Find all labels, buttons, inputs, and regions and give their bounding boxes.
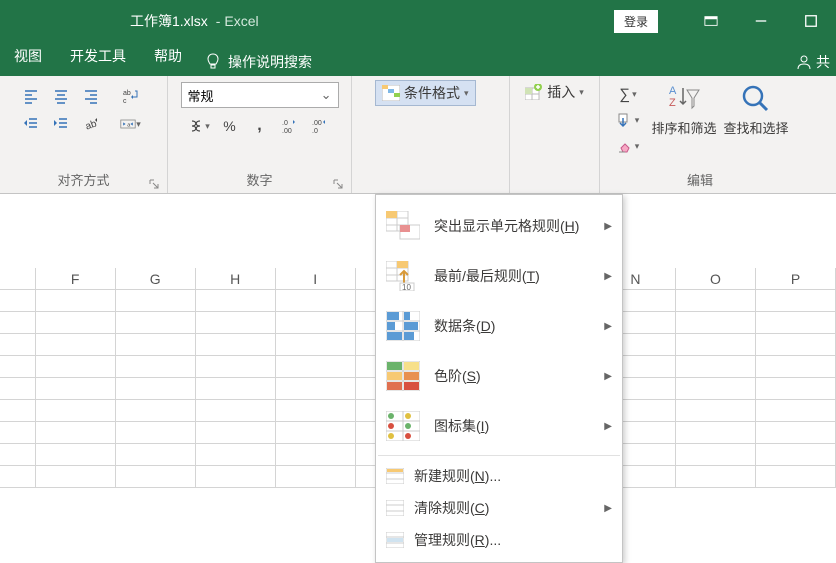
- wrap-text-button[interactable]: abc: [112, 84, 150, 108]
- increase-indent-button[interactable]: [48, 112, 74, 136]
- tab-view[interactable]: 视图: [0, 40, 56, 72]
- chevron-down-icon: ⌄: [321, 87, 332, 103]
- column-header-i[interactable]: I: [276, 268, 356, 289]
- insert-cells-button[interactable]: 插入 ▾: [525, 82, 584, 102]
- column-header-h[interactable]: H: [196, 268, 276, 289]
- chevron-down-icon: ▾: [579, 87, 584, 98]
- submenu-arrow-icon: ▶: [604, 421, 612, 432]
- submenu-arrow-icon: ▶: [604, 371, 612, 382]
- editing-group: ∑▾ ▾ ▾ AZ 排序和筛选 查找和选择 编辑: [600, 76, 800, 193]
- find-select-icon: [739, 82, 773, 116]
- ribbon: ab abc a▾ 对齐方式 常规 ⌄ ▾ % , .0.00 .00.0: [0, 76, 836, 194]
- lightbulb-icon: [206, 53, 220, 71]
- new-rule-icon: [386, 468, 404, 484]
- maximize-button[interactable]: [786, 0, 836, 42]
- menu-icon-sets[interactable]: 图标集(I) ▶: [376, 401, 622, 451]
- share-button[interactable]: 共: [796, 52, 830, 72]
- menu-data-bars[interactable]: 数据条(D) ▶: [376, 301, 622, 351]
- column-header-o[interactable]: O: [676, 268, 756, 289]
- cells-group: 插入 ▾: [510, 76, 600, 193]
- tab-developer[interactable]: 开发工具: [56, 40, 140, 72]
- menu-manage-rules[interactable]: 管理规则(R)...: [376, 524, 622, 556]
- column-header-g[interactable]: G: [116, 268, 196, 289]
- color-scales-icon: [386, 361, 420, 391]
- decrease-decimal-button[interactable]: .00.0: [307, 114, 333, 138]
- clear-rules-icon: [386, 500, 404, 516]
- column-header-p[interactable]: P: [756, 268, 836, 289]
- autosum-button[interactable]: ∑▾: [611, 82, 645, 106]
- percent-style-button[interactable]: %: [217, 114, 243, 138]
- column-header-f[interactable]: F: [36, 268, 116, 289]
- align-center-button[interactable]: [48, 84, 74, 108]
- merge-center-button[interactable]: a▾: [112, 112, 150, 136]
- align-right-button[interactable]: [78, 84, 104, 108]
- menu-color-scales[interactable]: 色阶(S) ▶: [376, 351, 622, 401]
- ribbon-options-button[interactable]: [686, 0, 736, 42]
- menu-top-bottom-rules[interactable]: 10 最前/最后规则(T) ▶: [376, 251, 622, 301]
- conditional-formatting-button[interactable]: 条件格式 ▾: [375, 80, 476, 106]
- sort-filter-button[interactable]: AZ 排序和筛选: [651, 82, 717, 137]
- conditional-format-icon: [382, 85, 400, 101]
- accounting-format-button[interactable]: ▾: [187, 114, 213, 138]
- app-name: - Excel: [216, 13, 259, 29]
- person-icon: [796, 54, 812, 70]
- minimize-button[interactable]: [736, 0, 786, 42]
- editing-group-label: 编辑: [687, 170, 713, 189]
- sort-filter-icon: AZ: [667, 82, 701, 116]
- tell-me-search[interactable]: 操作说明搜索: [206, 52, 312, 72]
- number-group: 常规 ⌄ ▾ % , .0.00 .00.0 数字: [168, 76, 352, 193]
- increase-decimal-button[interactable]: .0.00: [277, 114, 303, 138]
- highlight-rules-icon: [386, 211, 420, 241]
- clear-button[interactable]: ▾: [611, 134, 645, 158]
- svg-text:a: a: [127, 122, 131, 128]
- orientation-button[interactable]: ab: [78, 112, 104, 136]
- dialog-launcher-icon[interactable]: [149, 179, 159, 189]
- alignment-group: ab abc a▾ 对齐方式: [0, 76, 168, 193]
- chevron-down-icon: ▾: [464, 88, 469, 99]
- title-bar: 工作簿1.xlsx - Excel 登录: [0, 0, 836, 42]
- login-button[interactable]: 登录: [614, 10, 658, 33]
- file-name: 工作簿1.xlsx: [130, 11, 208, 31]
- tab-help[interactable]: 帮助: [140, 40, 196, 72]
- alignment-group-label: 对齐方式: [57, 170, 109, 189]
- menu-highlight-cells-rules[interactable]: 突出显示单元格规则(H) ▶: [376, 201, 622, 251]
- data-bars-icon: [386, 311, 420, 341]
- menu-clear-rules[interactable]: 清除规则(C) ▶: [376, 492, 622, 524]
- submenu-arrow-icon: ▶: [604, 221, 612, 232]
- svg-text:Z: Z: [669, 97, 676, 109]
- submenu-arrow-icon: ▶: [604, 321, 612, 332]
- decrease-indent-button[interactable]: [18, 112, 44, 136]
- column-header[interactable]: [0, 268, 36, 289]
- align-left-button[interactable]: [18, 84, 44, 108]
- submenu-arrow-icon: ▶: [604, 503, 612, 514]
- menu-new-rule[interactable]: 新建规则(N)...: [376, 460, 622, 492]
- svg-text:c: c: [123, 98, 127, 104]
- svg-text:ab: ab: [123, 90, 131, 97]
- number-group-label: 数字: [246, 170, 272, 189]
- insert-cells-icon: [525, 84, 543, 100]
- fill-button[interactable]: ▾: [611, 108, 645, 132]
- svg-text:.00: .00: [282, 128, 292, 134]
- ribbon-tabs: 视图 开发工具 帮助 操作说明搜索 共: [0, 42, 836, 76]
- svg-text:.0: .0: [282, 120, 288, 127]
- submenu-arrow-icon: ▶: [604, 271, 612, 282]
- svg-text:.00: .00: [312, 120, 322, 127]
- find-select-button[interactable]: 查找和选择: [723, 82, 789, 137]
- dialog-launcher-icon[interactable]: [333, 179, 343, 189]
- top-bottom-icon: 10: [386, 261, 420, 291]
- svg-text:A: A: [669, 85, 677, 97]
- number-format-select[interactable]: 常规 ⌄: [181, 82, 339, 108]
- manage-rules-icon: [386, 532, 404, 548]
- conditional-formatting-menu: 突出显示单元格规则(H) ▶ 10 最前/最后规则(T) ▶ 数据条(D) ▶ …: [375, 194, 623, 563]
- comma-style-button[interactable]: ,: [247, 114, 273, 138]
- svg-text:.0: .0: [312, 128, 318, 134]
- menu-separator: [378, 455, 620, 456]
- icon-sets-icon: [386, 411, 420, 441]
- svg-text:10: 10: [402, 283, 411, 291]
